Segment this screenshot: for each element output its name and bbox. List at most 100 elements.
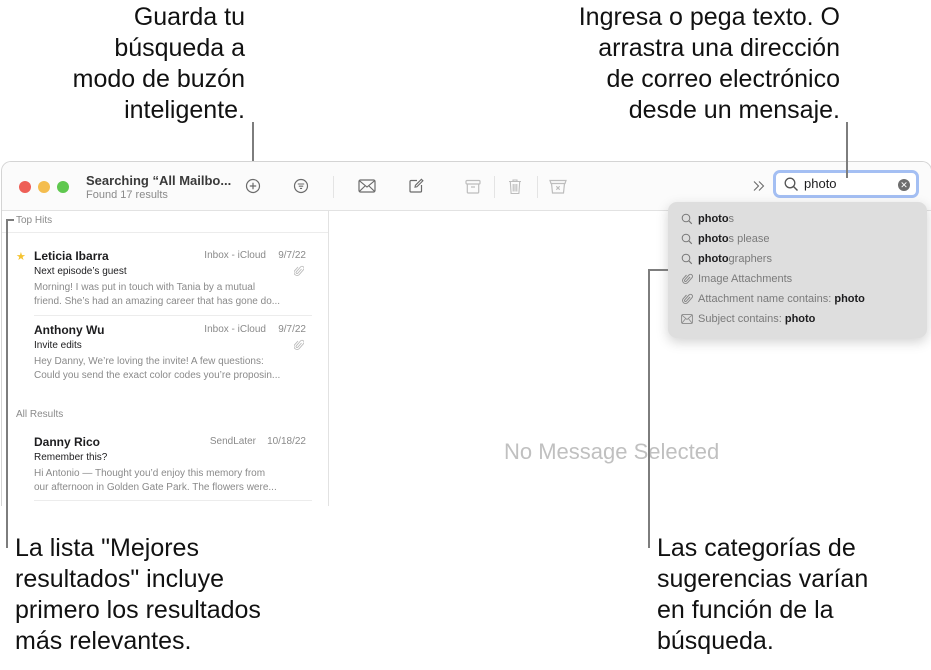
compose-button[interactable]: [406, 176, 426, 196]
plus-circle-icon: [245, 178, 261, 194]
suggestion-item[interactable]: photo s please: [680, 230, 770, 248]
more-toolbar-button[interactable]: [749, 176, 769, 196]
callout-line: en función de la: [657, 596, 834, 624]
message-sender: Danny Rico: [34, 435, 101, 449]
message-sender: Anthony Wu: [34, 323, 105, 337]
suggestion-term: photo: [834, 293, 865, 305]
message-row[interactable]: Anthony Wu Inbox - iCloud 9/7/22 Invite …: [34, 323, 306, 385]
message-subject: Invite edits: [34, 340, 82, 351]
callout-line: inteligente.: [124, 96, 245, 124]
no-message-selected: No Message Selected: [504, 439, 720, 464]
callout-line: Las categorías de: [657, 534, 856, 562]
paperclip-icon: [681, 293, 693, 304]
trash-icon: [509, 178, 521, 194]
suggestion-label: Image Attachments: [698, 273, 793, 285]
message-row[interactable]: Danny Rico SendLater 10/18/22 Remember t…: [34, 435, 306, 497]
message-mailbox: SendLater: [209, 436, 256, 447]
window-title: Searching “All Mailbo...: [86, 173, 232, 188]
callout-line: resultados" incluye: [15, 565, 224, 593]
callout-leader-top-hits-v: [6, 219, 8, 548]
zoom-button[interactable]: [57, 181, 69, 193]
toolbar-separator: [494, 176, 495, 198]
preview-line: our afternoon in Golden Gate Park. The f…: [34, 482, 277, 493]
preview-line: Morning! I was put in touch with Tania b…: [34, 282, 256, 293]
chevron-double-right-icon: [753, 181, 765, 191]
callout-line: modo de buzón: [72, 65, 245, 93]
archive-button[interactable]: [463, 176, 483, 196]
message-list: Top Hits ★ Leticia Ibarra Inbox - iCloud…: [2, 211, 329, 506]
preview-line: Could you send the exact color codes you…: [34, 370, 281, 381]
toolbar-separator: [537, 176, 538, 198]
callout-line: búsqueda a: [114, 34, 245, 62]
callout-leader-suggestions-v: [648, 269, 650, 548]
callout-leader-suggestions-h: [648, 269, 668, 271]
suggestion-rest: s please: [728, 233, 770, 245]
callout-top-hits: La lista "Mejores resultados" incluye pr…: [15, 533, 261, 657]
callout-suggestions: Las categorías de sugerencias varían en …: [657, 533, 868, 657]
add-smart-mailbox-button[interactable]: [243, 176, 263, 196]
toolbar-separator: [333, 176, 334, 198]
callout-line: de correo electrónico: [606, 65, 840, 93]
suggestion-item[interactable]: Subject contains: photo: [680, 310, 815, 328]
message-row[interactable]: Leticia Ibarra Inbox - iCloud 9/7/22 Nex…: [34, 249, 306, 311]
envelope-icon: [358, 179, 376, 193]
message-subject: Remember this?: [34, 452, 108, 463]
envelope-icon: [681, 314, 693, 324]
search-icon: [784, 177, 798, 191]
callout-search-field: Ingresa o pega texto. O arrastra una dir…: [579, 2, 840, 126]
suggestion-term: photo: [784, 313, 816, 325]
suggestion-match: photo: [698, 253, 729, 265]
junk-icon: [549, 179, 567, 194]
callout-line: La lista "Mejores: [15, 534, 199, 562]
minimize-button[interactable]: [38, 181, 50, 193]
divider: [34, 500, 312, 501]
close-icon: ✕: [900, 180, 908, 190]
message-preview: Hi Antonio — Thought you’d enjoy this me…: [34, 467, 306, 495]
trash-button[interactable]: [505, 176, 525, 196]
callout-line: arrastra una dirección: [598, 34, 840, 62]
callout-save-search: Guarda tu búsqueda a modo de buzón intel…: [73, 2, 245, 126]
callout-line: sugerencias varían: [657, 565, 869, 593]
paperclip-icon: [294, 265, 304, 276]
message-sender: Leticia Ibarra: [34, 249, 109, 263]
junk-button[interactable]: [548, 176, 568, 196]
flag-star-icon: ★: [16, 251, 26, 263]
preview-line: friend. She’s had an amazing career that…: [34, 296, 281, 307]
suggestion-item[interactable]: photo graphers: [680, 250, 772, 268]
preview-line: Hey Danny, We’re loving the invite! A fe…: [34, 356, 264, 367]
search-suggestions: photo s photo s please photo graphers Image…: [668, 202, 927, 338]
suggestion-rest: s: [728, 213, 735, 225]
message-preview: Morning! I was put in touch with Tania b…: [34, 281, 306, 309]
clear-search-button[interactable]: ✕: [898, 179, 910, 191]
message-date: 9/7/22: [278, 250, 306, 261]
callout-line: primero los resultados: [15, 596, 261, 624]
suggestion-label: Attachment name contains:: [698, 293, 835, 305]
message-date: 10/18/22: [267, 436, 306, 447]
divider: [34, 315, 312, 316]
suggestion-item[interactable]: Attachment name contains: photo: [680, 290, 865, 308]
message-preview: Hey Danny, We’re loving the invite! A fe…: [34, 355, 306, 383]
compose-icon: [409, 178, 424, 193]
callout-leader-top-hits-h: [6, 219, 14, 221]
search-icon: [681, 233, 693, 245]
suggestion-item[interactable]: photo s: [680, 210, 734, 228]
message-mailbox: Inbox - iCloud: [204, 324, 266, 335]
suggestion-item[interactable]: Image Attachments: [680, 270, 792, 288]
callout-line: Ingresa o pega texto. O: [578, 3, 840, 31]
search-icon: [681, 253, 693, 265]
suggestion-rest: graphers: [728, 253, 772, 265]
search-input[interactable]: photo: [804, 176, 837, 191]
callout-line: Guarda tu: [133, 3, 245, 31]
callout-leader-search-field: [846, 122, 848, 178]
paperclip-icon: [294, 339, 304, 350]
get-mail-button[interactable]: [357, 176, 377, 196]
suggestion-label: Subject contains:: [698, 313, 785, 325]
section-header-top-hits: Top Hits: [16, 215, 53, 226]
close-button[interactable]: [19, 181, 31, 193]
callout-line: más relevantes.: [15, 627, 192, 655]
message-mailbox: Inbox - iCloud: [204, 250, 266, 261]
results-count: Found 17 results: [86, 189, 168, 201]
filter-button[interactable]: [291, 176, 311, 196]
preview-line: Hi Antonio — Thought you’d enjoy this me…: [34, 468, 266, 479]
callout-line: búsqueda.: [657, 627, 774, 655]
